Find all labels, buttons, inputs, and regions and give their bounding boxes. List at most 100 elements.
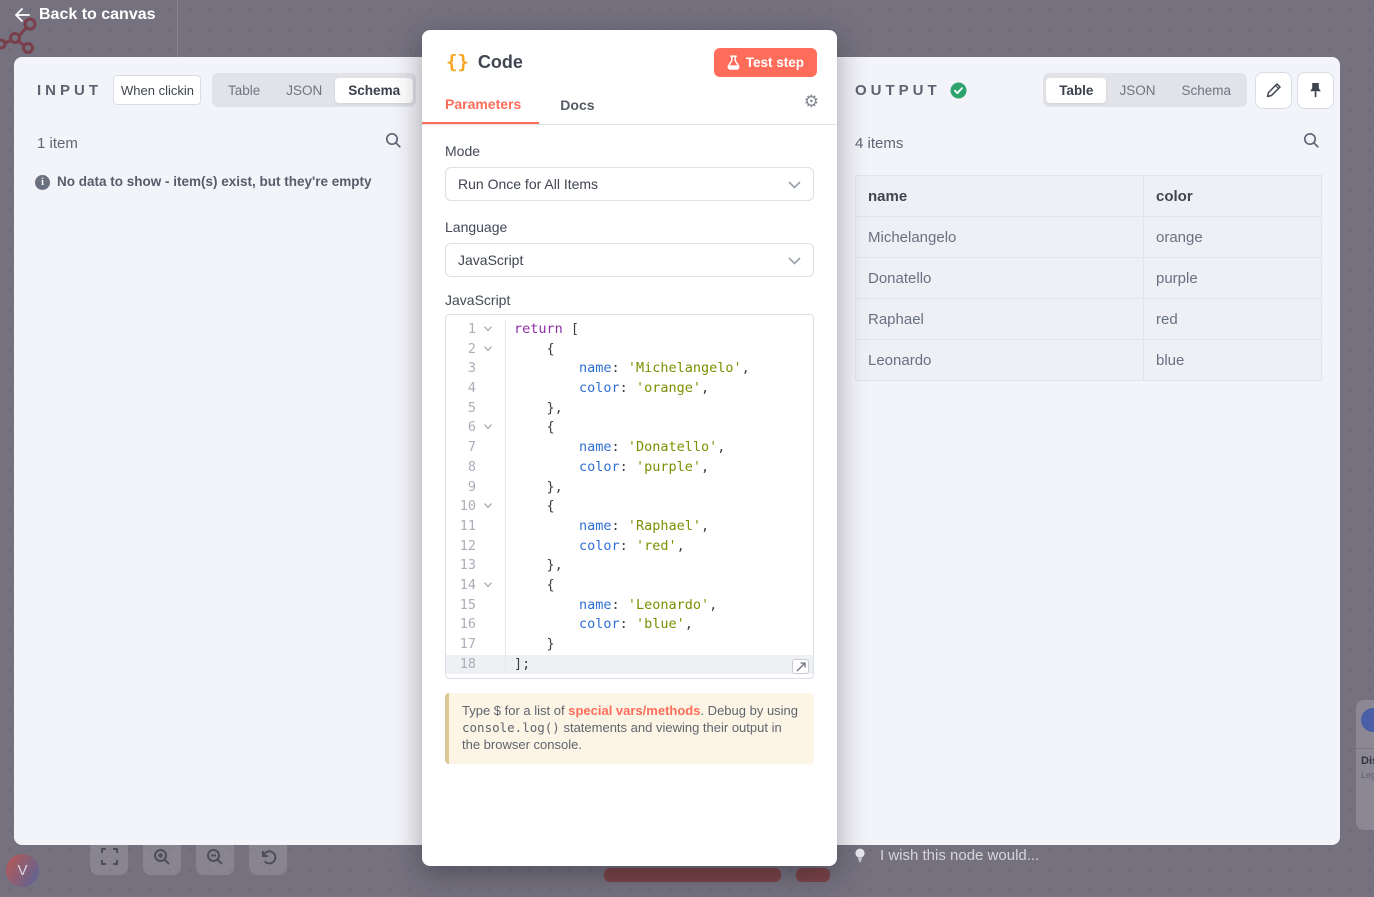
back-to-canvas-button[interactable]: Back to canvas (12, 6, 156, 24)
info-icon: i (35, 175, 50, 190)
line-number: 8 (446, 458, 476, 478)
line-number: 7 (446, 438, 476, 458)
input-tab-schema[interactable]: Schema (335, 78, 413, 103)
editor-hint: Type $ for a list of special vars/method… (445, 693, 814, 764)
test-workflow-button-dimmed (604, 868, 781, 882)
line-number: 16 (446, 615, 476, 635)
fold-chevron-icon[interactable] (476, 418, 500, 438)
node-settings-tabs: Parameters Docs ⚙ (422, 86, 837, 125)
pencil-icon (1266, 82, 1282, 98)
line-number: 18 (446, 655, 476, 675)
pin-output-button[interactable] (1297, 72, 1334, 109)
tab-docs[interactable]: Docs (542, 86, 612, 124)
code-line[interactable]: 14 { (446, 576, 813, 596)
test-step-label: Test step (746, 55, 804, 70)
chevron-down-icon (788, 181, 801, 189)
line-number: 3 (446, 359, 476, 379)
line-number: 14 (446, 576, 476, 596)
output-success-icon (950, 82, 967, 99)
avatar-letter: V (17, 862, 27, 879)
table-cell: red (1144, 299, 1322, 340)
code-line[interactable]: 1return [ (446, 320, 813, 340)
output-search-icon[interactable] (1303, 132, 1320, 154)
line-number: 6 (446, 418, 476, 438)
code-line[interactable]: 12 color: 'red', (446, 537, 813, 557)
mode-label: Mode (445, 143, 814, 159)
line-number: 15 (446, 596, 476, 616)
code-line[interactable]: 13 }, (446, 556, 813, 576)
back-to-canvas-label: Back to canvas (39, 6, 156, 24)
stop-button-dimmed (796, 868, 830, 882)
table-row[interactable]: Donatellopurple (856, 258, 1322, 299)
input-search-icon[interactable] (385, 132, 402, 154)
fold-chevron-icon[interactable] (476, 320, 500, 340)
chevron-down-icon (788, 257, 801, 265)
code-line[interactable]: 15 name: 'Leonardo', (446, 596, 813, 616)
code-line[interactable]: 3 name: 'Michelangelo', (446, 359, 813, 379)
code-line[interactable]: 16 color: 'blue', (446, 615, 813, 635)
language-select[interactable]: JavaScript (445, 243, 814, 277)
table-cell: purple (1144, 258, 1322, 299)
pin-icon (1308, 82, 1323, 98)
output-column-header: color (1144, 176, 1322, 217)
line-number: 17 (446, 635, 476, 655)
code-node-dialog: {} Code Test step Parameters Docs ⚙ Mode… (422, 30, 837, 866)
line-number: 11 (446, 517, 476, 537)
line-number: 4 (446, 379, 476, 399)
edit-output-button[interactable] (1255, 72, 1292, 109)
output-panel: OUTPUT Table JSON Schema 4 items namecol… (837, 57, 1340, 845)
table-cell: Michelangelo (856, 217, 1144, 258)
table-cell: Raphael (856, 299, 1144, 340)
line-number: 10 (446, 497, 476, 517)
editor-resize-handle[interactable] (792, 659, 809, 674)
code-line[interactable]: 6 { (446, 418, 813, 438)
code-line[interactable]: 2 { (446, 340, 813, 360)
code-line[interactable]: 5 }, (446, 399, 813, 419)
line-number: 9 (446, 478, 476, 498)
code-editor[interactable]: 1return [2 {3 name: 'Michelangelo',4 col… (445, 314, 814, 679)
input-panel-label: INPUT (37, 82, 102, 99)
output-column-header: name (856, 176, 1144, 217)
widget-avatar-icon (1361, 708, 1374, 732)
code-line[interactable]: 18]; (446, 655, 813, 675)
input-tab-json[interactable]: JSON (273, 78, 335, 103)
user-avatar[interactable]: V (6, 854, 39, 887)
code-line[interactable]: 10 { (446, 497, 813, 517)
side-widget-dimmed: Dis Lega (1356, 700, 1374, 830)
output-tab-schema[interactable]: Schema (1168, 78, 1244, 103)
lightbulb-icon (852, 847, 868, 864)
code-line[interactable]: 7 name: 'Donatello', (446, 438, 813, 458)
output-tab-table[interactable]: Table (1046, 78, 1106, 103)
node-feedback-link[interactable]: I wish this node would... (852, 847, 1039, 864)
table-row[interactable]: Michelangeloorange (856, 217, 1322, 258)
fold-chevron-icon[interactable] (476, 576, 500, 596)
node-title: Code (478, 52, 523, 73)
input-node-name: When clickin (121, 83, 194, 98)
table-cell: orange (1144, 217, 1322, 258)
input-view-switcher: Table JSON Schema (212, 73, 416, 107)
fold-chevron-icon[interactable] (476, 497, 500, 517)
language-label: Language (445, 219, 814, 235)
code-line[interactable]: 11 name: 'Raphael', (446, 517, 813, 537)
input-node-selector[interactable]: When clickin (113, 75, 201, 105)
line-number: 2 (446, 340, 476, 360)
input-tab-table[interactable]: Table (215, 78, 273, 103)
code-line[interactable]: 9 }, (446, 478, 813, 498)
test-step-button[interactable]: Test step (714, 48, 817, 77)
special-vars-link[interactable]: special vars/methods (568, 703, 700, 718)
gear-icon[interactable]: ⚙ (804, 92, 819, 112)
editor-label: JavaScript (445, 292, 814, 308)
code-line[interactable]: 4 color: 'orange', (446, 379, 813, 399)
line-number: 12 (446, 537, 476, 557)
output-tab-json[interactable]: JSON (1106, 78, 1168, 103)
output-panel-label: OUTPUT (855, 82, 941, 99)
node-feedback-label: I wish this node would... (880, 847, 1039, 864)
tab-parameters[interactable]: Parameters (422, 86, 539, 124)
table-row[interactable]: Leonardoblue (856, 340, 1322, 381)
table-row[interactable]: Raphaelred (856, 299, 1322, 340)
code-line[interactable]: 17 } (446, 635, 813, 655)
fold-chevron-icon[interactable] (476, 340, 500, 360)
mode-select[interactable]: Run Once for All Items (445, 167, 814, 201)
code-node-icon: {} (446, 51, 469, 73)
code-line[interactable]: 8 color: 'purple', (446, 458, 813, 478)
